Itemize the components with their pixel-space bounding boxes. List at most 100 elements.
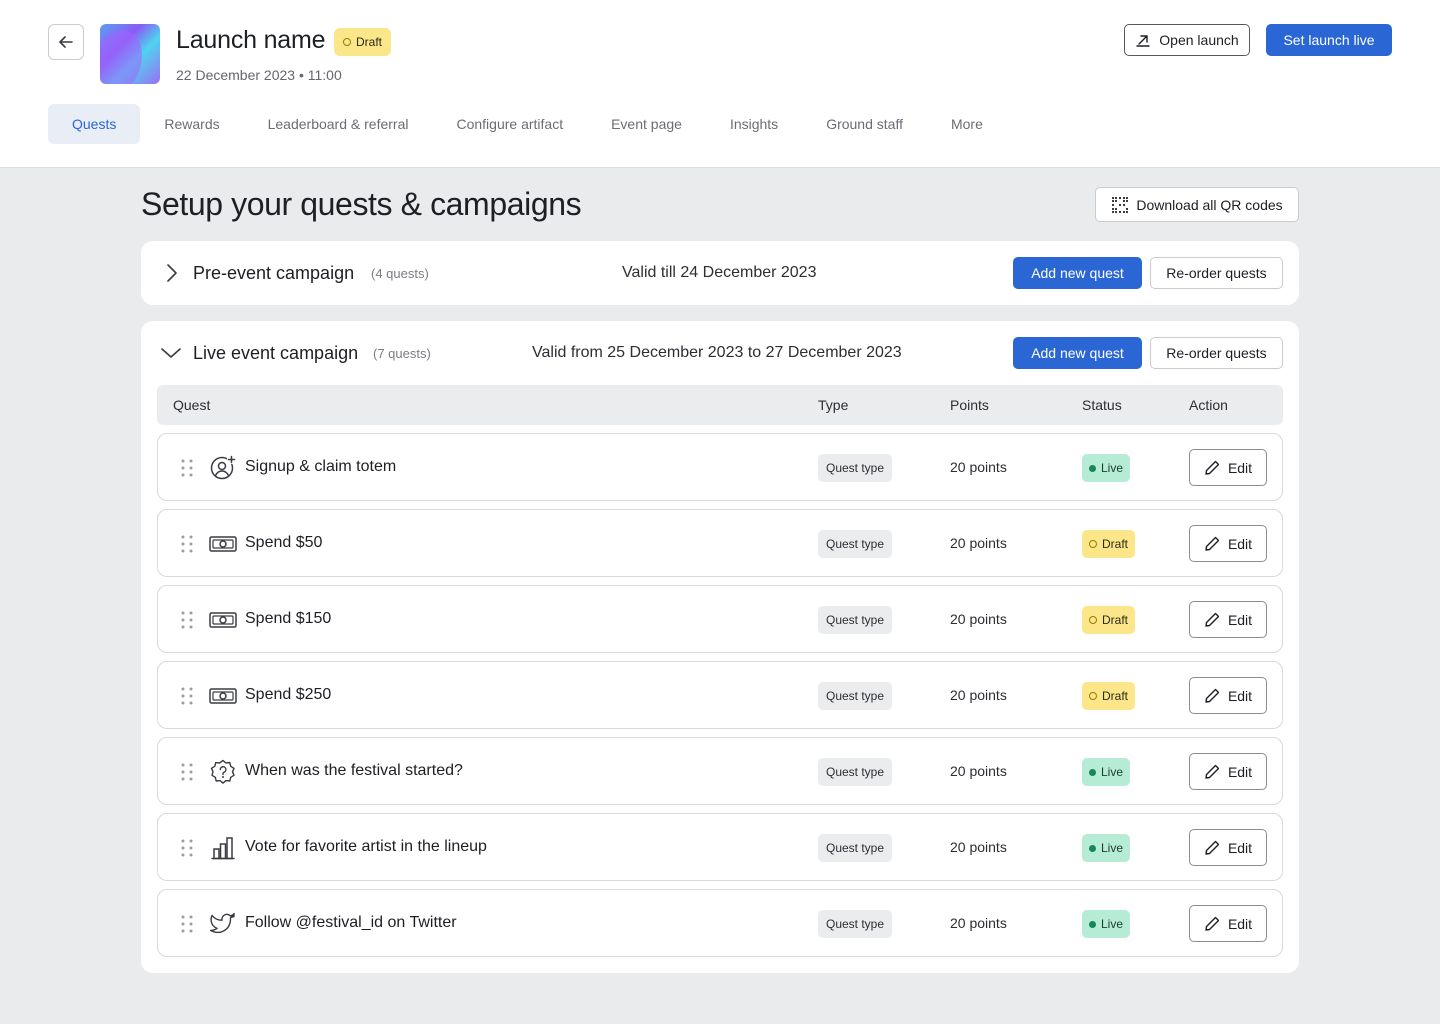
set-launch-live-button[interactable]: Set launch live [1266,24,1392,56]
back-button[interactable] [48,24,84,60]
edit-button[interactable]: Edit [1189,905,1267,942]
twitter-icon [209,910,237,938]
campaign-validity: Valid from 25 December 2023 to 27 Decemb… [532,344,902,361]
status-label: Live [1101,461,1124,475]
live-dot-icon [1089,768,1096,776]
edit-button[interactable]: Edit [1189,677,1267,714]
quest-points: 20 points [950,839,1007,855]
drag-handle-icon[interactable] [179,914,195,934]
tab-quests[interactable]: Quests [48,104,141,144]
qr-code-icon [1112,196,1129,213]
quest-row[interactable]: Signup & claim totem Quest type 20 point… [157,433,1283,501]
download-qr-codes-button[interactable]: Download all QR codes [1095,187,1299,222]
edit-label: Edit [1227,459,1253,476]
drag-handle-icon[interactable] [179,686,195,706]
tab-configure-artifact[interactable]: Configure artifact [432,104,587,144]
status-label: Live [1101,841,1124,855]
launch-thumbnail [100,24,160,84]
drag-handle-icon[interactable] [179,534,195,554]
edit-label: Edit [1227,763,1253,780]
campaign-title: Pre-event campaign [193,263,355,283]
drag-handle-icon[interactable] [179,458,195,478]
quest-row[interactable]: Spend $150 Quest type 20 points Draft Ed… [157,585,1283,653]
column-header-quest: Quest [173,397,211,413]
status-label: Draft [1102,689,1129,703]
add-new-quest-button[interactable]: Add new quest [1013,257,1142,289]
launch-datetime: 22 December 2023 • 11:00 [176,67,342,83]
column-header-status: Status [1082,397,1122,413]
quest-row[interactable]: Spend $250 Quest type 20 points Draft Ed… [157,661,1283,729]
quest-points: 20 points [950,687,1007,703]
edit-button[interactable]: Edit [1189,525,1267,562]
quest-type-tag: Quest type [818,454,893,482]
pencil-icon [1205,916,1220,931]
launch-status-label: Draft [356,35,383,49]
bar-chart-icon [209,834,237,862]
quest-points: 20 points [950,915,1007,931]
edit-label: Edit [1227,839,1253,856]
pencil-icon [1205,612,1220,627]
drag-handle-icon[interactable] [179,762,195,782]
collapse-toggle[interactable] [159,341,183,365]
page-title: Setup your quests & campaigns [141,186,582,222]
tab-rewards[interactable]: Rewards [140,104,243,144]
quest-type-tag: Quest type [818,758,893,786]
open-launch-label: Open launch [1159,32,1239,48]
reorder-quests-button[interactable]: Re-order quests [1150,257,1283,289]
status-badge: Live [1082,910,1131,938]
quest-type-tag: Quest type [818,834,893,862]
quest-row[interactable]: Follow @festival_id on Twitter Quest typ… [157,889,1283,957]
drag-handle-icon[interactable] [179,838,195,858]
quest-row[interactable]: When was the festival started? Quest typ… [157,737,1283,805]
quest-type-tag: Quest type [818,682,893,710]
quest-row[interactable]: Vote for favorite artist in the lineup Q… [157,813,1283,881]
quest-points: 20 points [950,459,1007,475]
live-dot-icon [1089,464,1096,472]
chevron-right-icon [167,264,177,282]
tab-bar: Quests Rewards Leaderboard & referral Co… [48,104,1007,144]
column-header-type: Type [818,397,849,413]
quest-points: 20 points [950,611,1007,627]
cash-icon [209,606,237,634]
column-header-action: Action [1189,397,1228,413]
status-badge: Live [1082,454,1131,482]
quest-name: Follow @festival_id on Twitter [245,914,457,931]
reorder-quests-button[interactable]: Re-order quests [1150,337,1283,369]
pencil-icon [1205,688,1220,703]
cash-icon [209,682,237,710]
campaign-quest-count: (7 quests) [373,346,431,361]
edit-button[interactable]: Edit [1189,753,1267,790]
draft-dot-icon [343,38,351,46]
tab-leaderboard-referral[interactable]: Leaderboard & referral [244,104,433,144]
live-dot-icon [1089,920,1096,928]
edit-button[interactable]: Edit [1189,449,1267,486]
chevron-down-icon [161,348,181,358]
add-new-quest-button[interactable]: Add new quest [1013,337,1142,369]
quest-name: When was the festival started? [245,762,463,779]
pencil-icon [1205,460,1220,475]
pre-event-campaign-card: Pre-event campaign (4 quests) Valid till… [141,241,1299,305]
quest-name: Spend $250 [245,686,332,703]
campaign-title: Live event campaign [193,343,359,363]
status-label: Live [1101,765,1124,779]
tab-more[interactable]: More [927,104,1007,144]
tab-insights[interactable]: Insights [706,104,802,144]
status-badge: Draft [1082,606,1136,634]
status-label: Live [1101,917,1124,931]
edit-button[interactable]: Edit [1189,601,1267,638]
edit-label: Edit [1227,915,1253,932]
open-launch-button[interactable]: Open launch [1124,24,1250,56]
pencil-icon [1205,536,1220,551]
quest-name: Spend $50 [245,534,323,551]
quest-type-tag: Quest type [818,910,893,938]
status-label: Draft [1102,613,1129,627]
tab-event-page[interactable]: Event page [587,104,706,144]
edit-button[interactable]: Edit [1189,829,1267,866]
quest-row[interactable]: Spend $50 Quest type 20 points Draft Edi… [157,509,1283,577]
arrow-left-icon [59,36,73,48]
edit-label: Edit [1227,687,1253,704]
drag-handle-icon[interactable] [179,610,195,630]
tab-ground-staff[interactable]: Ground staff [802,104,927,144]
quest-name: Spend $150 [245,610,332,627]
expand-toggle[interactable] [159,261,183,285]
